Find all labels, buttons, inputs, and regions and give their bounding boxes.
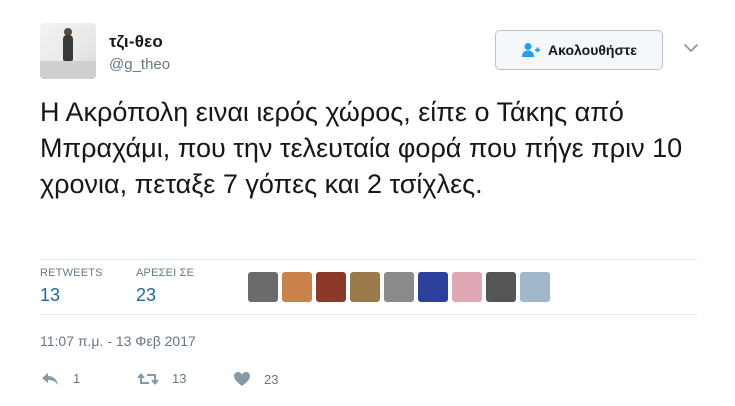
- chevron-down-icon[interactable]: [683, 40, 699, 56]
- liker-1-avatar[interactable]: [248, 272, 278, 302]
- heart-icon: [234, 372, 250, 386]
- liker-2-avatar[interactable]: [282, 272, 312, 302]
- retweets-label: RETWEETS: [40, 267, 103, 279]
- avatar-wall: [40, 61, 96, 79]
- follow-person-icon: [522, 43, 541, 57]
- likes-count: 23: [136, 285, 157, 305]
- retweets-count: 13: [40, 285, 61, 305]
- like-count: 23: [264, 371, 279, 387]
- liker-avatars: [248, 272, 550, 302]
- reply-action[interactable]: 1: [40, 371, 80, 386]
- reply-count: 1: [73, 371, 81, 386]
- retweets-stat[interactable]: RETWEETS 13: [40, 267, 103, 306]
- tweet-text: Η Ακρόπολη ειναι ιερός χώρος, είπε ο Τάκ…: [40, 97, 683, 199]
- follow-button[interactable]: Ακολουθήστε: [495, 30, 663, 70]
- follow-button-label: Ακολουθήστε: [548, 42, 637, 58]
- retweet-icon: [137, 372, 159, 385]
- liker-3-avatar[interactable]: [316, 272, 346, 302]
- liker-5-avatar[interactable]: [384, 272, 414, 302]
- liker-4-avatar[interactable]: [350, 272, 380, 302]
- user-name[interactable]: τζι-θεο: [109, 32, 163, 52]
- likes-stat[interactable]: ΑΡΕΣΕΙ ΣΕ 23: [136, 267, 194, 306]
- avatar-figure: [63, 35, 73, 61]
- liker-8-avatar[interactable]: [486, 272, 516, 302]
- divider-top: [40, 259, 697, 260]
- liker-6-avatar[interactable]: [418, 272, 448, 302]
- user-avatar[interactable]: [40, 23, 96, 79]
- retweet-count: 13: [172, 371, 187, 386]
- reply-icon: [42, 372, 58, 385]
- likes-label: ΑΡΕΣΕΙ ΣΕ: [136, 267, 195, 279]
- retweet-action[interactable]: 13: [137, 371, 186, 386]
- user-handle[interactable]: @g_theo: [109, 56, 170, 73]
- like-action[interactable]: 23: [233, 371, 278, 387]
- divider-bottom: [40, 314, 697, 315]
- liker-9-avatar[interactable]: [520, 272, 550, 302]
- tweet-timestamp[interactable]: 11:07 π.μ. - 13 Φεβ 2017: [40, 333, 196, 349]
- liker-7-avatar[interactable]: [452, 272, 482, 302]
